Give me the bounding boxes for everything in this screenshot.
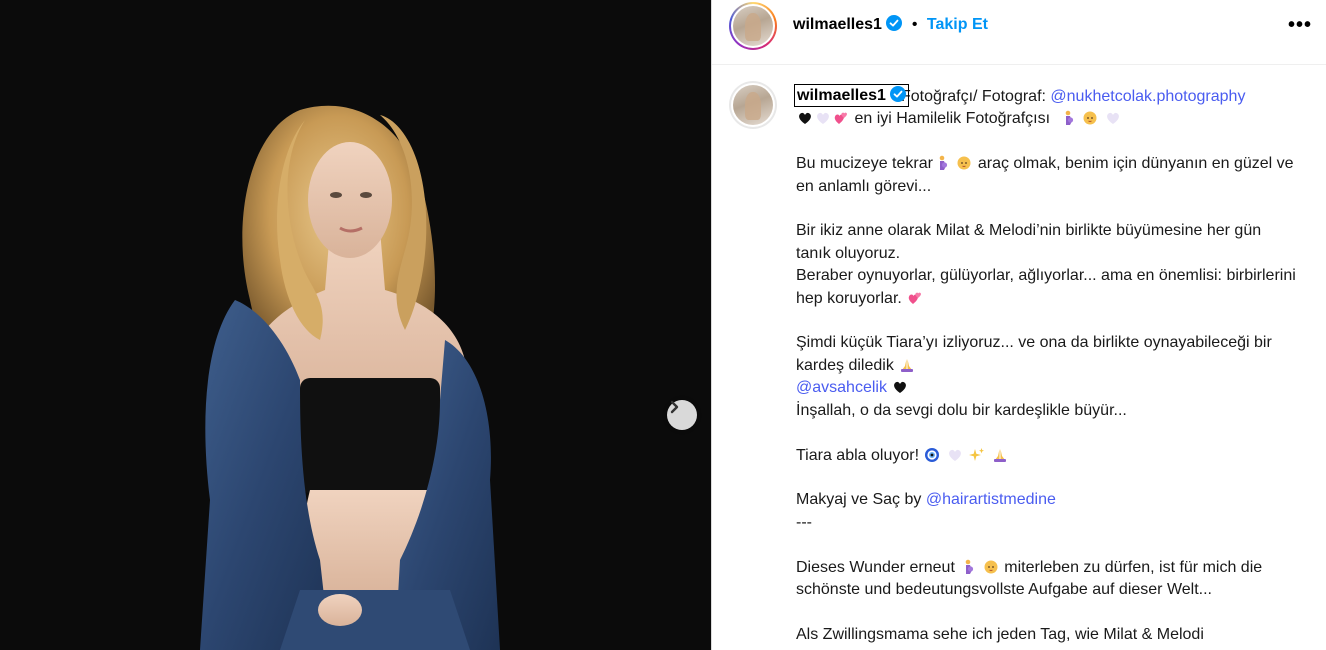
para2-b: Beraber oynuyorlar, gülüyorlar, ağlıyorl… <box>796 267 1301 307</box>
post-side-panel: wilmaelles1 • Takip Et ••• wilmaelles1 ✓… <box>711 0 1326 650</box>
para5-a: Makyaj ve Saç by <box>796 491 926 509</box>
chevron-right-icon <box>670 400 679 414</box>
emoji-heart-black <box>797 110 813 126</box>
emoji-heart-white-3 <box>947 447 963 463</box>
emoji-pregnant-2 <box>934 155 950 171</box>
emoji-hearts-pink-2 <box>907 290 923 306</box>
header-separator: • <box>911 16 918 33</box>
emoji-hearts-pink <box>833 110 849 126</box>
emoji-sparkles <box>969 447 985 463</box>
verified-badge-icon <box>890 86 907 102</box>
para5-b: --- <box>796 513 812 531</box>
emoji-pray-2 <box>992 447 1008 463</box>
author-avatar[interactable] <box>729 2 777 50</box>
post-photo <box>0 0 711 650</box>
para2-a: Bir ikiz anne olarak Milat & Melodi’nin … <box>796 222 1266 262</box>
verified-badge-icon <box>886 15 903 31</box>
caption-line2: en iyi Hamilelik Fotoğrafçısı <box>854 110 1051 128</box>
mention-hairartist[interactable]: @hairartistmedine <box>926 491 1056 508</box>
emoji-baby-3 <box>983 559 999 575</box>
more-options-icon[interactable]: ••• <box>1287 15 1313 36</box>
para4: Tiara abla oluyor! <box>796 446 920 464</box>
next-photo-button[interactable] <box>667 400 697 430</box>
para3-a: Şimdi küçük Tiara’yı izliyoruz... ve ona… <box>796 334 1277 374</box>
emoji-pregnant-3 <box>960 559 976 575</box>
post-header: wilmaelles1 • Takip Et ••• <box>712 0 1326 65</box>
caption-username-text: wilmaelles1 <box>797 87 886 104</box>
para7: Als Zwillingsmama sehe ich jeden Tag, wi… <box>796 625 1204 643</box>
emoji-heart-white-2 <box>1105 110 1121 126</box>
caption-username[interactable]: wilmaelles1 <box>794 84 910 107</box>
emoji-heart-black-2 <box>892 379 908 395</box>
para6-a: Dieses Wunder erneut <box>796 558 955 576</box>
caption-text: wilmaelles1 ✓ Fotoğrafçı/ Fotograf: @nuk… <box>796 86 1296 646</box>
post-media[interactable] <box>0 0 711 650</box>
mention-avsahcelik[interactable]: @avsahcelik <box>796 379 887 396</box>
para3-b: İnşallah, o da sevgi dolu bir kardeşlikl… <box>796 401 1127 419</box>
emoji-pray <box>899 357 915 373</box>
emoji-baby <box>1082 110 1098 126</box>
caption-avatar[interactable] <box>729 81 777 129</box>
caption-line1: Fotoğrafçı/ Fotograf: <box>901 88 1051 105</box>
author-username[interactable]: wilmaelles1 <box>793 16 882 33</box>
para1-a: Bu mucizeye tekrar <box>796 155 933 173</box>
follow-button[interactable]: Takip Et <box>927 16 988 33</box>
mention-photographer[interactable]: @nukhetcolak.photography <box>1050 88 1245 105</box>
emoji-pregnant <box>1060 110 1076 126</box>
emoji-baby-2 <box>956 155 972 171</box>
caption-area: wilmaelles1 ✓ Fotoğrafçı/ Fotograf: @nuk… <box>712 65 1312 650</box>
emoji-heart-white <box>815 110 831 126</box>
emoji-nazar <box>924 447 940 463</box>
